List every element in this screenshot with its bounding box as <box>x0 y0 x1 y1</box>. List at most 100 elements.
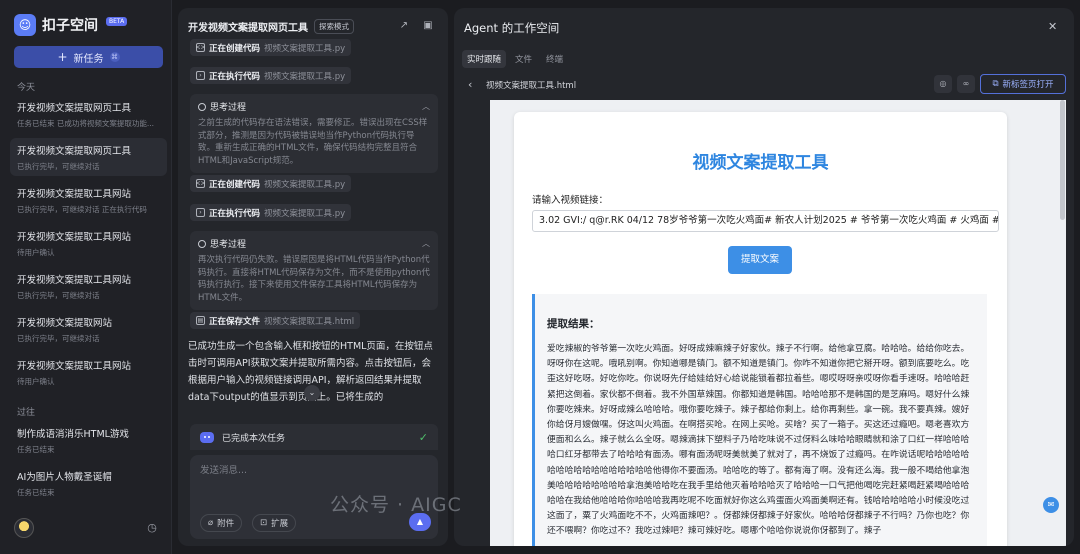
video-url-input[interactable]: 3.02 GVI:/ q@r.RK 04/12 78岁爷爷第一次吃火鸡面# 新农… <box>532 210 999 232</box>
thinking-header: 思考过程 ︿ <box>198 237 430 250</box>
extend-label: 扩展 <box>271 519 289 529</box>
step-action: 正在执行代码 <box>209 71 261 82</box>
chat-panel: 开发视频文案提取网页工具 探索模式 ↗ ▣ <> 正在创建代码 视频文案提取工具… <box>178 8 448 546</box>
task-done-bar: 已完成本次任务 ✓ <box>190 424 438 450</box>
file-bar: ‹ 视频文案提取工具.html ◎ ∞ ⧉ 新标签页打开 <box>454 70 1074 100</box>
task-title: 开发视频文案提取网站 <box>17 318 113 329</box>
send-icon: ▲ <box>416 517 424 526</box>
clock-icon[interactable]: ◷ <box>145 521 159 535</box>
lightbulb-icon <box>198 239 206 248</box>
watermark: 公众号 · AIGC <box>330 494 462 516</box>
step-file: 视频文案提取工具.py <box>264 208 346 219</box>
layout-toggle-icon[interactable]: ▣ <box>422 20 434 32</box>
task-item[interactable]: AI为图片人物戴圣诞帽 任务已结束 <box>10 464 167 502</box>
workspace-tabs: 实时跟随 文件 终端 <box>462 50 568 68</box>
brand-name: 扣子空间 <box>42 18 98 34</box>
tab-files[interactable]: 文件 <box>510 50 537 68</box>
step-chip[interactable]: › 正在执行代码 视频文案提取工具.py <box>190 204 352 221</box>
task-title: 开发视频文案提取工具网站 <box>17 361 132 372</box>
terminal-icon: › <box>196 208 205 217</box>
step-file: 视频文案提取工具.html <box>264 316 355 327</box>
step-chip[interactable]: › 正在执行代码 视频文案提取工具.py <box>190 67 352 84</box>
step-file: 视频文案提取工具.py <box>264 71 346 82</box>
robot-icon <box>200 431 214 443</box>
external-link-icon: ⧉ <box>992 79 999 89</box>
task-status: 已执行完毕，可继续对话 <box>17 162 100 171</box>
today-group-label: 今天 <box>17 83 36 93</box>
shortcut-icon: ⌘ <box>109 52 120 62</box>
paperclip-icon: ⌀ <box>208 518 214 528</box>
code-icon: <> <box>195 179 206 188</box>
app-title: 视频文案提取工具 <box>692 153 829 173</box>
chevron-up-icon[interactable]: ︿ <box>422 238 430 249</box>
step-chip[interactable]: <> 正在创建代码 视频文案提取工具.py <box>190 39 352 56</box>
task-status: 待用户确认 <box>17 377 55 386</box>
task-title: 开发视频文案提取工具网站 <box>17 275 132 286</box>
tab-terminal[interactable]: 终端 <box>541 50 568 68</box>
wechat-icon[interactable]: ◎ <box>934 75 952 93</box>
chat-bubble-icon[interactable]: ✉ <box>1043 497 1059 513</box>
task-title: 开发视频文案提取网页工具 <box>17 146 132 157</box>
extract-button[interactable]: 提取文案 <box>728 246 792 274</box>
task-item[interactable]: 开发视频文案提取网站 已执行完毕，可继续对话 <box>10 310 167 348</box>
thinking-header: 思考过程 ︿ <box>198 100 430 113</box>
brand-logo-icon: ☺ <box>14 14 36 36</box>
thinking-block[interactable]: 思考过程 ︿ 再次执行代码仍失败。错误原因是将HTML代码当作Python代码执… <box>190 231 438 310</box>
thinking-label: 思考过程 <box>210 103 247 113</box>
task-status: 已执行完毕，可继续对话 <box>17 291 100 300</box>
save-icon: ▤ <box>196 316 205 325</box>
task-item[interactable]: 开发视频文案提取工具网站 已执行完毕，可继续对话 正在执行代码 <box>10 181 167 219</box>
open-new-tab-label: 新标签页打开 <box>1002 80 1054 90</box>
plus-icon: + <box>57 50 68 64</box>
mode-badge: 探索模式 <box>314 18 354 34</box>
task-status: 任务已结束 <box>17 445 55 454</box>
thinking-label: 思考过程 <box>210 240 247 250</box>
check-icon: ✓ <box>418 430 428 444</box>
scroll-down-button[interactable]: ⌄ <box>304 385 320 401</box>
new-task-button[interactable]: + 新任务 ⌘ <box>14 46 163 68</box>
extend-button[interactable]: ⊡ 扩展 <box>252 514 297 532</box>
chevron-up-icon[interactable]: ︿ <box>422 101 430 112</box>
result-panel: 提取结果： 爱吃辣椒的爷爷第一次吃火鸡面。好呀成辣嘛辣子好家伙。辣子不行啊。给他… <box>532 294 987 546</box>
step-chip[interactable]: <> 正在创建代码 视频文案提取工具.py <box>190 175 352 192</box>
task-title: 开发视频文案提取工具网站 <box>17 232 132 243</box>
thinking-text: 再次执行代码仍失败。错误原因是将HTML代码当作Python代码执行。直接将HT… <box>198 255 430 303</box>
task-title: 开发视频文案提取网页工具 <box>17 103 132 114</box>
close-icon[interactable]: ✕ <box>1048 20 1057 33</box>
extend-icon: ⊡ <box>260 518 268 528</box>
tab-live-follow[interactable]: 实时跟随 <box>462 50 507 68</box>
scrollbar[interactable] <box>1060 100 1065 220</box>
lightbulb-icon <box>198 102 206 111</box>
open-new-tab-button[interactable]: ⧉ 新标签页打开 <box>980 74 1066 94</box>
step-action: 正在创建代码 <box>209 43 261 54</box>
workspace-title: Agent 的工作空间 <box>464 21 560 35</box>
avatar[interactable] <box>14 518 34 538</box>
task-item[interactable]: 开发视频文案提取网页工具 任务已结束 已成功将视频文案提取功能... <box>10 95 167 133</box>
attach-button[interactable]: ⌀ 附件 <box>200 514 243 532</box>
task-item-active[interactable]: 开发视频文案提取网页工具 已执行完毕，可继续对话 <box>10 138 167 176</box>
share-icon[interactable]: ↗ <box>398 20 410 32</box>
link-icon[interactable]: ∞ <box>957 75 975 93</box>
message-input[interactable] <box>200 465 428 476</box>
task-status: 待用户确认 <box>17 248 55 257</box>
sidebar: ☺ 扣子空间 BETA + 新任务 ⌘ 今天 开发视频文案提取网页工具 任务已结… <box>0 0 172 554</box>
step-chip[interactable]: ▤ 正在保存文件 视频文案提取工具.html <box>190 312 361 329</box>
task-done-text: 已完成本次任务 <box>222 433 286 444</box>
agent-workspace: Agent 的工作空间 ✕ 实时跟随 文件 终端 ‹ 视频文案提取工具.html… <box>454 8 1074 546</box>
task-item[interactable]: 开发视频文案提取工具网站 待用户确认 <box>10 353 167 391</box>
brand[interactable]: ☺ 扣子空间 BETA <box>14 14 128 36</box>
terminal-icon: › <box>196 71 205 80</box>
task-item[interactable]: 开发视频文案提取工具网站 待用户确认 <box>10 224 167 262</box>
task-item[interactable]: 制作成语消消乐HTML游戏 任务已结束 <box>10 421 167 459</box>
back-arrow-icon[interactable]: ‹ <box>468 78 472 91</box>
task-status: 已执行完毕，可继续对话 <box>17 334 100 343</box>
step-action: 正在执行代码 <box>209 208 261 219</box>
task-item[interactable]: 开发视频文案提取工具网站 已执行完毕，可继续对话 <box>10 267 167 305</box>
thinking-block[interactable]: 思考过程 ︿ 之前生成的代码存在语法错误，需要修正。错误出现在CSS样式部分，推… <box>190 94 438 173</box>
attach-label: 附件 <box>217 519 235 529</box>
app-card: 视频文案提取工具 请输入视频链接： 3.02 GVI:/ q@r.RK 04/1… <box>514 112 1007 546</box>
task-title: 制作成语消消乐HTML游戏 <box>17 429 129 440</box>
thinking-text: 之前生成的代码存在语法错误，需要修正。错误出现在CSS样式部分，推测是因为代码被… <box>198 118 428 166</box>
step-action: 正在创建代码 <box>209 179 261 190</box>
file-name: 视频文案提取工具.html <box>486 81 577 91</box>
